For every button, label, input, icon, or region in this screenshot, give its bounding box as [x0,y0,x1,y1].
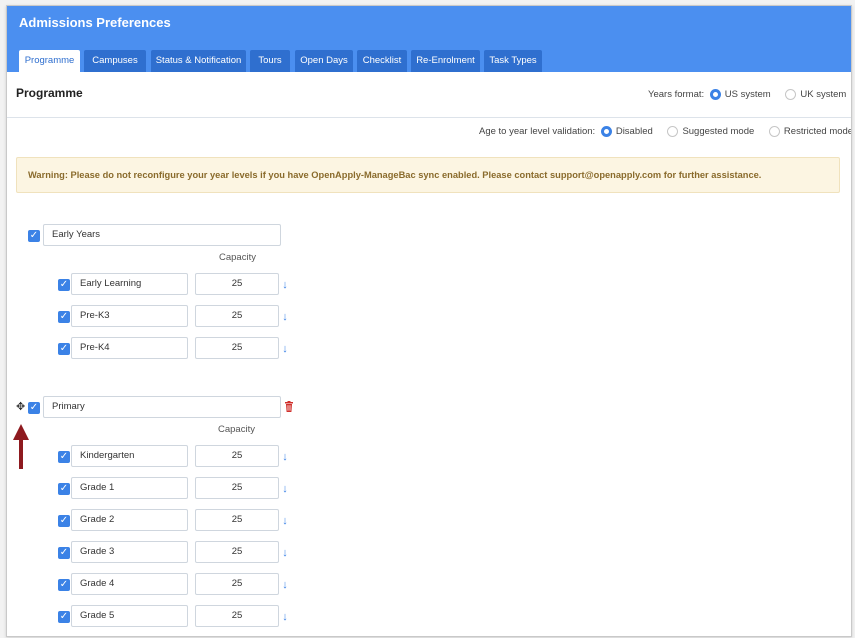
checkbox-checked-icon: ✓ [29,402,39,413]
tab-re-enrolment[interactable]: Re-Enrolment [411,50,480,72]
radio-suggested-mode[interactable] [667,126,679,137]
level-checkbox[interactable]: ✓ [58,451,70,463]
radio-restricted-mode-label[interactable]: Restricted mode [784,126,851,137]
capacity-input[interactable]: 25 [195,305,279,327]
radio-restricted-mode[interactable] [768,126,780,137]
page-title: Admissions Preferences [19,15,171,30]
checkbox-checked-icon: ✓ [59,547,69,558]
arrow-down-icon[interactable]: ↓ [280,611,290,623]
checkbox-checked-icon: ✓ [59,343,69,354]
move-icon[interactable]: ✥ [16,402,27,413]
capacity-input[interactable]: 25 [195,445,279,467]
capacity-input[interactable]: 25 [195,605,279,627]
checkbox-checked-icon: ✓ [59,515,69,526]
header-bar: Admissions Preferences Programme Campuse… [7,6,851,72]
arrow-down-icon[interactable]: ↓ [280,451,290,463]
radio-uk-system-label[interactable]: UK system [800,89,846,100]
arrow-down-icon[interactable]: ↓ [280,515,290,527]
capacity-label: Capacity [218,424,255,435]
divider [7,117,851,118]
capacity-input[interactable]: 25 [195,273,279,295]
level-name-input[interactable]: Grade 2 [71,509,188,531]
trash-icon[interactable] [284,401,294,412]
arrow-down-icon[interactable]: ↓ [280,343,290,355]
tab-status-notification[interactable]: Status & Notification [151,50,246,72]
radio-disabled-label[interactable]: Disabled [616,126,653,137]
level-name-input[interactable]: Grade 4 [71,573,188,595]
level-name-input[interactable]: Early Learning [71,273,188,295]
level-name-input[interactable]: Pre-K3 [71,305,188,327]
warning-banner: Warning: Please do not reconfigure your … [16,157,840,193]
capacity-input[interactable]: 25 [195,509,279,531]
level-name-input[interactable]: Grade 3 [71,541,188,563]
radio-uk-system[interactable] [785,89,797,100]
level-checkbox[interactable]: ✓ [58,547,70,559]
arrow-down-icon[interactable]: ↓ [280,547,290,559]
tab-tours[interactable]: Tours [250,50,290,72]
age-validation-group: Age to year level validation: Disabled S… [479,126,851,137]
checkbox-checked-icon: ✓ [59,451,69,462]
level-checkbox[interactable]: ✓ [58,279,70,291]
level-checkbox[interactable]: ✓ [58,343,70,355]
capacity-input[interactable]: 25 [195,337,279,359]
level-name-input[interactable]: Kindergarten [71,445,188,467]
arrow-down-icon[interactable]: ↓ [280,311,290,323]
section-title: Programme [16,86,83,100]
level-checkbox[interactable]: ✓ [58,611,70,623]
capacity-input[interactable]: 25 [195,541,279,563]
level-checkbox[interactable]: ✓ [58,579,70,591]
checkbox-checked-icon: ✓ [59,311,69,322]
window: Admissions Preferences Programme Campuse… [6,5,852,637]
arrow-down-icon[interactable]: ↓ [280,279,290,291]
level-name-input[interactable]: Grade 1 [71,477,188,499]
level-checkbox[interactable]: ✓ [58,483,70,495]
checkbox-checked-icon: ✓ [59,483,69,494]
warning-text: Warning: Please do not reconfigure your … [28,170,762,180]
checkbox-checked-icon: ✓ [59,611,69,622]
radio-suggested-mode-label[interactable]: Suggested mode [682,126,754,137]
level-checkbox[interactable]: ✓ [58,515,70,527]
age-validation-label: Age to year level validation: [479,126,596,137]
tab-campuses[interactable]: Campuses [84,50,146,72]
checkbox-checked-icon: ✓ [59,579,69,590]
radio-us-system-label[interactable]: US system [725,89,771,100]
programme-name-input[interactable]: Early Years [43,224,281,246]
tab-task-types[interactable]: Task Types [484,50,542,72]
arrow-down-icon[interactable]: ↓ [280,483,290,495]
level-name-input[interactable]: Grade 5 [71,605,188,627]
radio-disabled[interactable] [600,126,612,137]
checkbox-checked-icon: ✓ [59,279,69,290]
tab-checklist[interactable]: Checklist [357,50,407,72]
programme-checkbox-primary[interactable]: ✓ [28,402,40,414]
years-format-group: Years format: US system UK system [648,89,846,100]
radio-us-system[interactable] [709,89,721,100]
programme-checkbox-early-years[interactable]: ✓ [28,230,40,242]
annotation-arrow-icon [13,424,29,469]
programme-name-input[interactable]: Primary [43,396,281,418]
tab-programme[interactable]: Programme [19,50,80,72]
capacity-input[interactable]: 25 [195,477,279,499]
level-checkbox[interactable]: ✓ [58,311,70,323]
level-name-input[interactable]: Pre-K4 [71,337,188,359]
years-format-label: Years format: [648,89,705,100]
tab-open-days[interactable]: Open Days [295,50,353,72]
arrow-down-icon[interactable]: ↓ [280,579,290,591]
capacity-input[interactable]: 25 [195,573,279,595]
capacity-label: Capacity [219,252,256,263]
checkbox-checked-icon: ✓ [29,230,39,241]
